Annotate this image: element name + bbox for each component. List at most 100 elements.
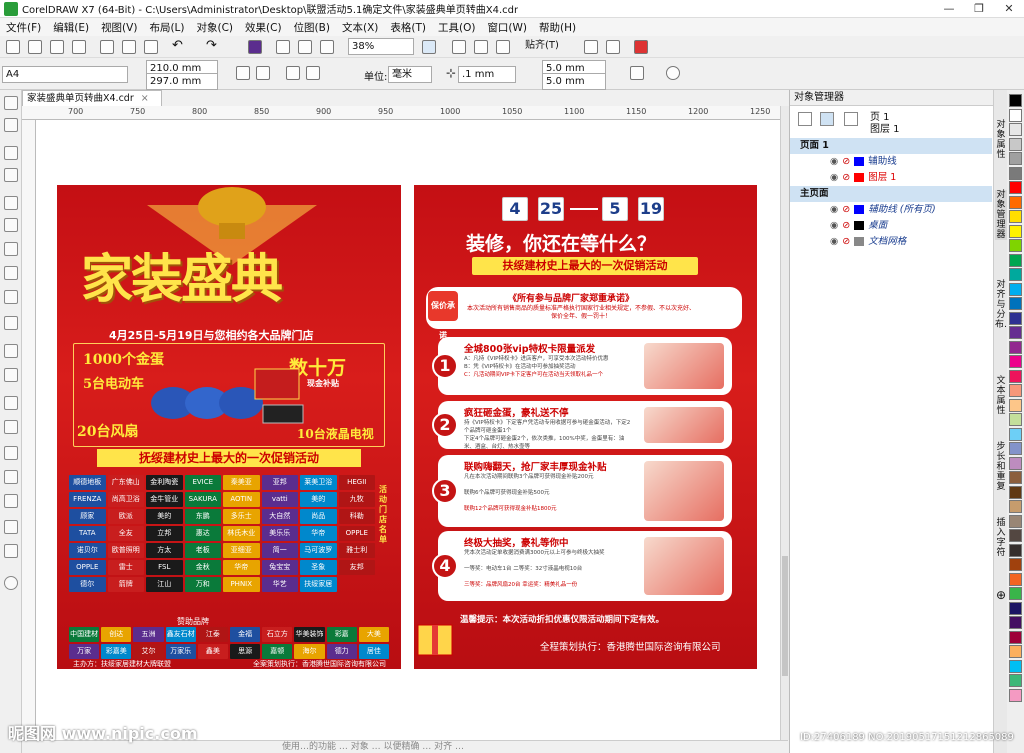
zoom-to-page-icon[interactable] <box>422 40 436 54</box>
docker-tab-align-distribute[interactable]: 对齐与分布… <box>995 280 1013 330</box>
palette-swatch[interactable] <box>1009 166 1022 180</box>
palette-swatch[interactable] <box>1009 137 1022 151</box>
docker-tab-insert-character[interactable]: 插入字符 <box>995 518 1007 558</box>
layer-manager-view-icon[interactable] <box>820 112 834 126</box>
interactive-fill-tool-icon[interactable] <box>4 470 18 484</box>
visibility-eye-icon[interactable]: ◉ <box>830 220 838 231</box>
layer-color-swatch[interactable] <box>854 221 865 230</box>
import-icon[interactable] <box>276 40 290 54</box>
print-lock-icon[interactable]: ⊘ <box>842 156 850 167</box>
minimize-button[interactable]: — <box>934 0 964 18</box>
menu-table[interactable]: 表格(T) <box>384 20 432 35</box>
pick-tool-icon[interactable] <box>4 96 18 110</box>
palette-swatch[interactable] <box>1009 674 1022 687</box>
object-manager-layer-row[interactable]: ◉ ⊘ 图层 1 <box>790 170 992 186</box>
palette-swatch[interactable] <box>1009 326 1022 339</box>
object-manager-page-row[interactable]: 页面 1 <box>790 138 992 154</box>
horizontal-ruler[interactable]: 700 750 800 850 900 950 1000 1050 1100 1… <box>22 106 788 120</box>
freehand-tool-icon[interactable] <box>4 196 18 210</box>
menu-layout[interactable]: 布局(L) <box>143 20 190 35</box>
zoom-tool-icon[interactable] <box>4 168 18 182</box>
layer-properties-icon[interactable] <box>798 112 812 126</box>
color-eyedropper-tool-icon[interactable] <box>4 446 18 460</box>
print-icon[interactable] <box>72 40 86 54</box>
docker-tab-object-manager[interactable]: 对象管理器 <box>995 190 1007 240</box>
restore-button[interactable]: ❐ <box>964 0 994 18</box>
menu-object[interactable]: 对象(C) <box>191 20 240 35</box>
visibility-eye-icon[interactable]: ◉ <box>830 204 838 215</box>
palette-swatch[interactable] <box>1009 645 1022 658</box>
palette-swatch[interactable] <box>1009 108 1022 122</box>
palette-swatch[interactable] <box>1009 369 1022 383</box>
palette-swatch[interactable] <box>1009 543 1022 557</box>
crop-tool-icon[interactable] <box>4 146 18 160</box>
layer-color-swatch[interactable] <box>854 205 865 214</box>
palette-swatch[interactable] <box>1009 398 1022 412</box>
palette-swatch[interactable] <box>1009 152 1022 165</box>
nudge-distance-field[interactable]: .1 mm <box>458 66 516 83</box>
publish-pdf-icon[interactable] <box>320 40 334 54</box>
smart-fill-tool-icon[interactable] <box>4 494 18 508</box>
artistic-media-tool-icon[interactable] <box>4 218 18 232</box>
palette-swatch[interactable] <box>1009 529 1022 542</box>
page-size-select[interactable]: A4 <box>2 66 128 83</box>
rectangle-tool-icon[interactable] <box>4 242 18 256</box>
menu-help[interactable]: 帮助(H) <box>533 20 582 35</box>
menu-text[interactable]: 文本(X) <box>336 20 384 35</box>
object-manager-page-row[interactable]: 主页面 <box>790 186 992 202</box>
poster-front[interactable]: 家装盛典 4月25日-5月19日与您相约各大品牌门店 1000个金蛋 5台电动车… <box>57 185 401 669</box>
palette-swatch[interactable] <box>1009 413 1022 426</box>
undo-icon[interactable]: ↶ <box>172 39 186 54</box>
vertical-ruler[interactable] <box>22 120 36 740</box>
object-manager-layer-row[interactable]: ◉ ⊘ 辅助线 <box>790 154 992 170</box>
palette-swatch[interactable] <box>1009 239 1022 252</box>
docker-tab-step-repeat[interactable]: 步长和重复 <box>995 442 1007 492</box>
drop-shadow-tool-icon[interactable] <box>4 396 18 410</box>
options-icon[interactable] <box>584 40 598 54</box>
application-launcher-icon[interactable] <box>606 40 620 54</box>
palette-swatch[interactable] <box>1009 688 1022 702</box>
print-lock-icon[interactable]: ⊘ <box>842 236 850 247</box>
color-management-icon[interactable] <box>634 40 648 54</box>
paste-icon[interactable] <box>144 40 158 54</box>
vertical-scrollbar[interactable] <box>780 106 789 740</box>
palette-swatch[interactable] <box>1009 311 1022 325</box>
palette-swatch[interactable] <box>1009 355 1022 368</box>
palette-swatch[interactable] <box>1009 340 1022 354</box>
fill-icon[interactable] <box>4 544 18 558</box>
palette-swatch[interactable] <box>1009 601 1022 615</box>
transparency-tool-icon[interactable] <box>4 420 18 434</box>
snap-to-dropdown[interactable]: 贴齐(T) <box>522 38 574 55</box>
menu-bitmaps[interactable]: 位图(B) <box>288 20 336 35</box>
object-manager-layer-row[interactable]: ◉ ⊘ 文档网格 <box>790 234 992 250</box>
polygon-tool-icon[interactable] <box>4 290 18 304</box>
palette-swatch[interactable] <box>1009 572 1022 586</box>
shape-tool-icon[interactable] <box>4 118 18 132</box>
menu-edit[interactable]: 编辑(E) <box>47 20 95 35</box>
menu-effects[interactable]: 效果(C) <box>239 20 288 35</box>
connector-tool-icon[interactable] <box>4 368 18 382</box>
fullscreen-icon[interactable] <box>452 40 466 54</box>
search-content-icon[interactable] <box>248 40 262 54</box>
palette-swatch[interactable] <box>1009 471 1022 484</box>
new-document-icon[interactable] <box>6 40 20 54</box>
menu-file[interactable]: 文件(F) <box>0 20 47 35</box>
add-docker-icon[interactable]: ⊕ <box>995 589 1007 601</box>
zoom-level-select[interactable]: 38% <box>348 38 414 55</box>
print-lock-icon[interactable]: ⊘ <box>842 204 850 215</box>
redo-icon[interactable]: ↷ <box>206 39 220 54</box>
palette-swatch[interactable] <box>1009 427 1022 441</box>
visibility-eye-icon[interactable]: ◉ <box>830 172 838 183</box>
ellipse-tool-icon[interactable] <box>4 266 18 280</box>
drawing-canvas[interactable]: 家装盛典 4月25日-5月19日与您相约各大品牌门店 1000个金蛋 5台电动车… <box>36 120 780 740</box>
palette-swatch[interactable] <box>1009 181 1022 194</box>
add-icon[interactable] <box>666 66 680 80</box>
docker-tab-object-properties[interactable]: 对象属性 <box>995 120 1007 160</box>
scrollbar-thumb[interactable] <box>782 556 788 676</box>
print-lock-icon[interactable]: ⊘ <box>842 172 850 183</box>
palette-swatch[interactable] <box>1009 297 1022 310</box>
close-button[interactable]: ✕ <box>994 0 1024 18</box>
palette-swatch[interactable] <box>1009 500 1022 513</box>
palette-swatch[interactable] <box>1009 616 1022 629</box>
palette-swatch[interactable] <box>1009 210 1022 223</box>
